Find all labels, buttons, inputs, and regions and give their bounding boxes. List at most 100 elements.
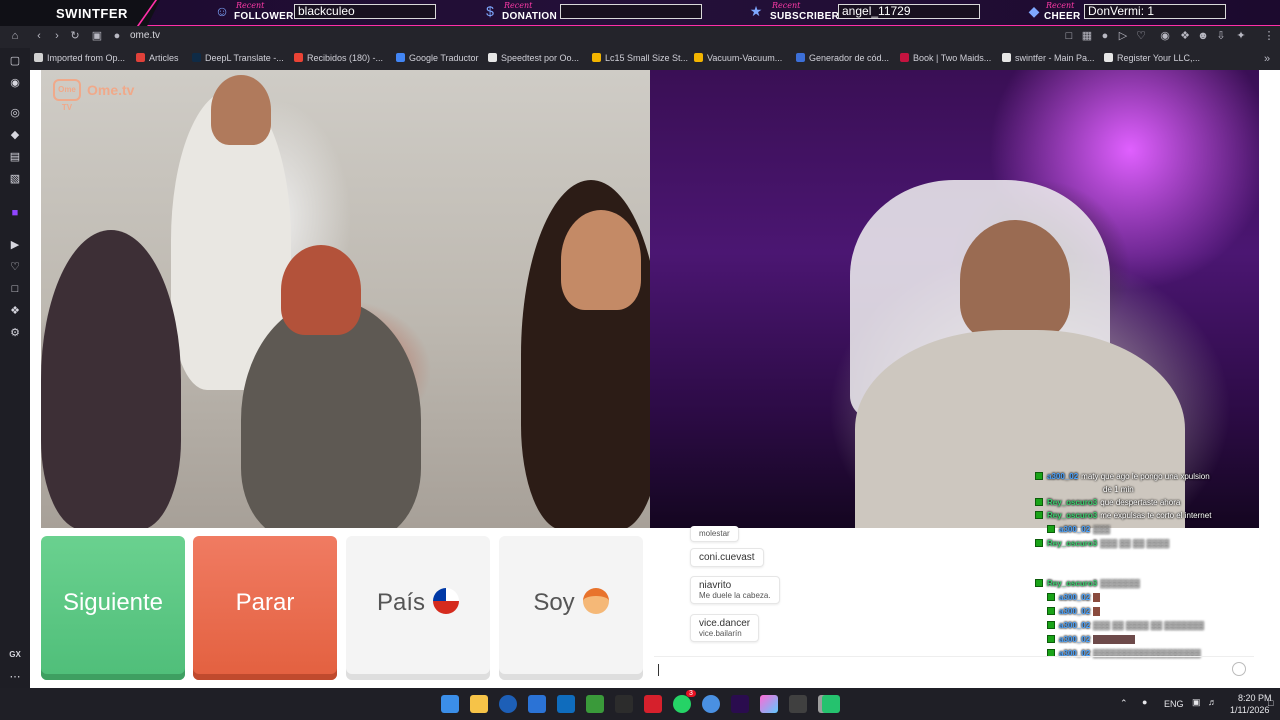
bookmark-icon[interactable]: □ bbox=[8, 282, 22, 296]
chat-message: de 1 min bbox=[1103, 485, 1134, 494]
extension-icon[interactable]: ▦ bbox=[1080, 29, 1094, 43]
bookmark-item[interactable]: Book | Two Maids... bbox=[900, 53, 991, 63]
country-button-label: País bbox=[376, 589, 426, 616]
own-webcam-video bbox=[650, 70, 1259, 528]
chat-bubble: molestar bbox=[690, 526, 739, 542]
subscriber-value: angel_11729 bbox=[838, 4, 980, 19]
address-bar[interactable]: ome.tv bbox=[130, 30, 160, 41]
clock-time[interactable]: 8:20 PM bbox=[1238, 693, 1272, 703]
news-icon[interactable]: ▤ bbox=[8, 150, 22, 164]
recent-subscriber: ★ Recent SUBSCRIBER angel_11729 bbox=[748, 0, 983, 26]
bookmark-item[interactable]: Generador de cód... bbox=[796, 53, 889, 63]
chat-message-text: Me duele la cabeza. bbox=[699, 591, 771, 600]
bookmarks-overflow-icon[interactable]: » bbox=[1260, 52, 1274, 66]
capcut-icon[interactable] bbox=[615, 695, 633, 713]
star-icon: ★ bbox=[749, 3, 763, 19]
donation-label: DONATION bbox=[502, 11, 557, 22]
person-head bbox=[211, 75, 271, 145]
stop-button[interactable]: Parar bbox=[193, 536, 337, 680]
bookmark-item[interactable]: DeepL Translate -... bbox=[192, 53, 284, 63]
next-button[interactable]: Siguiente bbox=[41, 536, 185, 680]
play-icon[interactable]: ▷ bbox=[1116, 29, 1130, 43]
bookmark-item[interactable]: Vacuum-Vacuum... bbox=[694, 53, 782, 63]
browser-sidebar: ▢ ◉ ◎ ◆ ▤ ▧ ■ ▶ ♡ □ ❖ ⚙ GX ⋯ bbox=[0, 48, 30, 688]
browser-toolbar: ⌂ ‹ › ↻ ▣ ● ome.tv □ ▦ ● ▷ ♡ ◉ ❖ ☻ ⇩ ✦ ⋮ bbox=[0, 26, 1280, 48]
next-button-label: Siguiente bbox=[62, 589, 164, 616]
ai-icon[interactable]: ✦ bbox=[1234, 29, 1248, 43]
chat-message: Rey_oscuro3 que despertaste ahora bbox=[1035, 498, 1180, 507]
person-silhouette bbox=[41, 230, 181, 528]
cleaner-icon[interactable]: ◆ bbox=[8, 128, 22, 142]
store-icon[interactable] bbox=[528, 695, 546, 713]
steam-icon[interactable] bbox=[702, 695, 720, 713]
forward-icon[interactable]: › bbox=[50, 29, 64, 43]
extensions-icon[interactable]: ❖ bbox=[8, 304, 22, 318]
stream-brand: SWINTFER bbox=[0, 0, 160, 26]
settings-icon[interactable]: ⚙ bbox=[8, 326, 22, 340]
download-icon[interactable]: ⇩ bbox=[1214, 29, 1228, 43]
cheer-value: DonVermi: 1 bbox=[1084, 4, 1226, 19]
person-head bbox=[561, 210, 641, 310]
opera-gx-icon[interactable] bbox=[644, 695, 662, 713]
chat-input[interactable] bbox=[654, 656, 1254, 682]
bookmark-item[interactable]: Google Traductor bbox=[396, 53, 479, 63]
bookmark-item[interactable]: Imported from Op... bbox=[34, 53, 125, 63]
gx-control-icon[interactable]: ◉ bbox=[8, 76, 22, 90]
mic-icon[interactable]: ● bbox=[1142, 697, 1147, 707]
bookmark-item[interactable]: Articles bbox=[136, 53, 179, 63]
whatsapp-icon[interactable] bbox=[673, 695, 691, 713]
notepad-icon[interactable] bbox=[586, 695, 604, 713]
text-chat-panel: molestar coni.cuevast niavrito Me duele l… bbox=[650, 526, 1279, 688]
edge-icon[interactable] bbox=[499, 695, 517, 713]
stream-overlay-bar: SWINTFER ☺ Recent FOLLOWER blackculeo $ … bbox=[0, 0, 1280, 26]
streamlabs-icon[interactable] bbox=[822, 695, 840, 713]
profile-icon[interactable]: ◉ bbox=[1158, 29, 1172, 43]
player-icon[interactable]: ▶ bbox=[8, 238, 22, 252]
notifications-icon[interactable]: □ bbox=[1268, 698, 1273, 708]
speed-dial-icon[interactable]: ▢ bbox=[8, 54, 22, 68]
person-icon: ☺ bbox=[214, 3, 230, 19]
bookmark-item[interactable]: Register Your LLC,... bbox=[1104, 53, 1200, 63]
snapshot-icon[interactable]: ▣ bbox=[90, 29, 104, 43]
clock-date[interactable]: 1/11/2026 bbox=[1230, 705, 1269, 715]
menu-icon[interactable]: ⋮ bbox=[1262, 29, 1276, 43]
account-icon[interactable]: ☻ bbox=[1196, 29, 1210, 43]
recent-label: Recent bbox=[1046, 1, 1075, 10]
puzzle-icon[interactable]: ❖ bbox=[1178, 29, 1192, 43]
follower-value: blackculeo bbox=[294, 4, 436, 19]
corner-icon[interactable]: ◎ bbox=[8, 106, 22, 120]
home-icon[interactable]: ⌂ bbox=[8, 29, 22, 43]
outlook-icon[interactable] bbox=[557, 695, 575, 713]
more-icon[interactable]: ⋯ bbox=[8, 670, 22, 684]
tabs-icon[interactable]: ▧ bbox=[8, 172, 22, 186]
bookmark-icon[interactable]: □ bbox=[1062, 29, 1076, 43]
text-caret bbox=[658, 664, 659, 676]
premiere-icon[interactable] bbox=[731, 695, 749, 713]
bookmark-item[interactable]: Recibidos (180) -... bbox=[294, 53, 383, 63]
bookmark-item[interactable]: Speedtest por Oo... bbox=[488, 53, 579, 63]
bookmark-item[interactable]: Lc15 Small Size St... bbox=[592, 53, 688, 63]
vsco-icon[interactable] bbox=[789, 695, 807, 713]
reload-icon[interactable]: ↻ bbox=[68, 29, 82, 43]
file-explorer-icon[interactable] bbox=[470, 695, 488, 713]
bookmark-item[interactable]: swintfer - Main Pa... bbox=[1002, 53, 1095, 63]
twitch-icon[interactable]: ■ bbox=[8, 206, 22, 220]
heart-icon[interactable]: ♡ bbox=[1134, 29, 1148, 43]
chat-message: a300_02 maty que ago le pongo una xpulsio… bbox=[1035, 472, 1210, 481]
tray-chevron-icon[interactable]: ⌃ bbox=[1120, 698, 1128, 709]
recent-label: Recent bbox=[772, 1, 801, 10]
shield-icon[interactable]: ● bbox=[1098, 29, 1112, 43]
language-indicator[interactable]: ENG bbox=[1164, 699, 1184, 709]
heart-icon[interactable]: ♡ bbox=[8, 260, 22, 274]
volume-icon[interactable]: ♬ bbox=[1208, 697, 1217, 707]
windows-start-icon[interactable] bbox=[441, 695, 459, 713]
recent-cheer: ◆ Recent CHEER DonVermi: 1 bbox=[1024, 0, 1229, 26]
gx-label[interactable]: GX bbox=[8, 648, 22, 662]
photos-icon[interactable] bbox=[760, 695, 778, 713]
gender-button[interactable]: Soy bbox=[499, 536, 643, 680]
back-icon[interactable]: ‹ bbox=[32, 29, 46, 43]
country-button[interactable]: País bbox=[346, 536, 490, 680]
ometv-logo-badge: Ome TV bbox=[53, 79, 81, 112]
network-icon[interactable]: ▣ bbox=[1192, 697, 1201, 708]
emoji-icon[interactable] bbox=[1232, 662, 1246, 676]
